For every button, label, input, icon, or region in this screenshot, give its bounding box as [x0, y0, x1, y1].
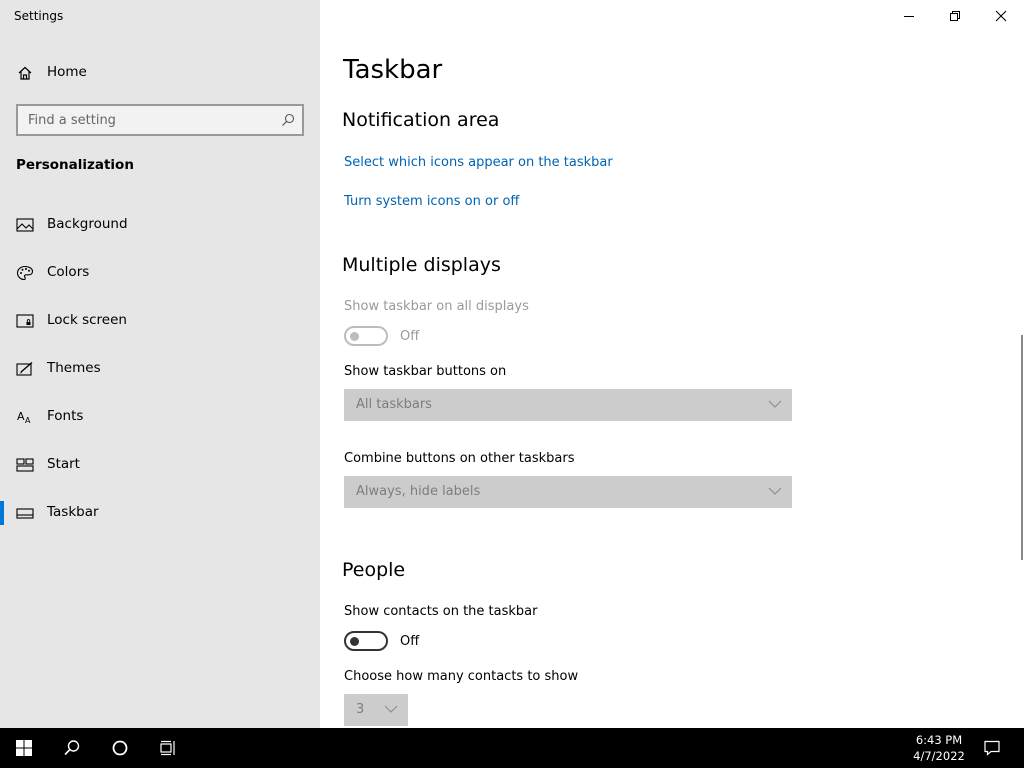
sidebar-item-fonts[interactable]: A A Fonts: [0, 397, 320, 437]
dropdown-value: All taskbars: [356, 397, 432, 412]
taskbar-buttons-on-label: Show taskbar buttons on: [344, 364, 507, 379]
toggle-knob: [350, 332, 359, 341]
lock-screen-icon: [16, 314, 34, 328]
minimize-button[interactable]: [886, 0, 932, 32]
chevron-down-icon: [768, 400, 782, 408]
show-on-all-displays-toggle[interactable]: [344, 326, 388, 346]
search-box[interactable]: [16, 104, 304, 136]
sidebar-item-label: Fonts: [47, 408, 84, 424]
page-title: Taskbar: [343, 55, 443, 85]
dropdown-value: Always, hide labels: [356, 484, 481, 499]
themes-icon: [16, 361, 33, 376]
contacts-count-dropdown[interactable]: 3: [344, 694, 408, 726]
windows-logo-icon: [16, 740, 32, 756]
main-content: Taskbar Notification area Select which i…: [320, 0, 1024, 728]
scrollbar-thumb[interactable]: [1021, 335, 1023, 560]
svg-text:A: A: [17, 410, 25, 423]
people-heading: People: [342, 559, 406, 581]
close-button[interactable]: [978, 0, 1024, 32]
sidebar-item-start[interactable]: Start: [0, 445, 320, 485]
contacts-count-label: Choose how many contacts to show: [344, 669, 579, 684]
sidebar-item-label: Lock screen: [47, 312, 127, 328]
picture-icon: [16, 218, 34, 232]
multiple-displays-heading: Multiple displays: [342, 254, 501, 276]
sidebar-item-label: Colors: [47, 264, 90, 280]
show-contacts-label: Show contacts on the taskbar: [344, 604, 538, 619]
windows-taskbar: 6:43 PM 4/7/2022: [0, 728, 1024, 768]
taskbar-buttons-on-dropdown[interactable]: All taskbars: [344, 389, 792, 421]
app-title: Settings: [14, 9, 64, 23]
chevron-down-icon: [768, 487, 782, 495]
select-icons-link[interactable]: Select which icons appear on the taskbar: [344, 155, 613, 170]
taskbar-clock[interactable]: 6:43 PM 4/7/2022: [900, 732, 978, 764]
task-view-icon: [160, 740, 175, 756]
close-icon: [995, 10, 1007, 22]
dropdown-value: 3: [356, 702, 365, 717]
chevron-down-icon: [384, 705, 398, 713]
sidebar-item-lock-screen[interactable]: Lock screen: [0, 301, 320, 341]
palette-icon: [16, 265, 34, 281]
home-nav-item[interactable]: Home: [0, 58, 320, 88]
sidebar-item-colors[interactable]: Colors: [0, 253, 320, 293]
sidebar: Settings Home Personalization Background…: [0, 0, 320, 728]
home-label: Home: [47, 64, 87, 80]
home-icon: [18, 66, 32, 80]
sidebar-item-label: Themes: [47, 360, 101, 376]
search-button[interactable]: [48, 728, 96, 768]
search-icon[interactable]: [281, 113, 295, 127]
search-input[interactable]: [18, 106, 302, 134]
clock-time: 6:43 PM: [915, 733, 963, 747]
minimize-icon: [904, 16, 914, 17]
show-on-all-displays-state: Off: [400, 329, 420, 344]
clock-date: 4/7/2022: [913, 749, 965, 763]
toggle-knob: [350, 637, 359, 646]
show-on-all-displays-label: Show taskbar on all displays: [344, 299, 529, 314]
sidebar-item-label: Start: [47, 456, 80, 472]
fonts-icon: A A: [17, 410, 31, 425]
combine-buttons-label: Combine buttons on other taskbars: [344, 451, 575, 466]
notification-area-heading: Notification area: [342, 109, 500, 131]
sidebar-item-background[interactable]: Background: [0, 205, 320, 245]
start-icon: [16, 458, 34, 472]
restore-icon: [950, 11, 960, 21]
start-button[interactable]: [0, 728, 48, 768]
system-icons-link[interactable]: Turn system icons on or off: [344, 194, 519, 209]
restore-button[interactable]: [932, 0, 978, 32]
show-contacts-toggle[interactable]: [344, 631, 388, 651]
sidebar-item-taskbar[interactable]: Taskbar: [0, 493, 320, 533]
action-center-button[interactable]: [968, 728, 1016, 768]
combine-buttons-dropdown[interactable]: Always, hide labels: [344, 476, 792, 508]
sidebar-item-label: Background: [47, 216, 128, 232]
show-contacts-state: Off: [400, 634, 420, 649]
notification-icon: [984, 740, 1000, 756]
cortana-button[interactable]: [96, 728, 144, 768]
sidebar-item-label: Taskbar: [47, 504, 99, 520]
taskbar-icon: [16, 508, 34, 519]
search-icon: [64, 740, 80, 756]
section-title: Personalization: [16, 157, 134, 173]
svg-text:A: A: [25, 416, 31, 425]
cortana-icon: [112, 740, 128, 756]
task-view-button[interactable]: [144, 728, 192, 768]
sidebar-item-themes[interactable]: Themes: [0, 349, 320, 389]
